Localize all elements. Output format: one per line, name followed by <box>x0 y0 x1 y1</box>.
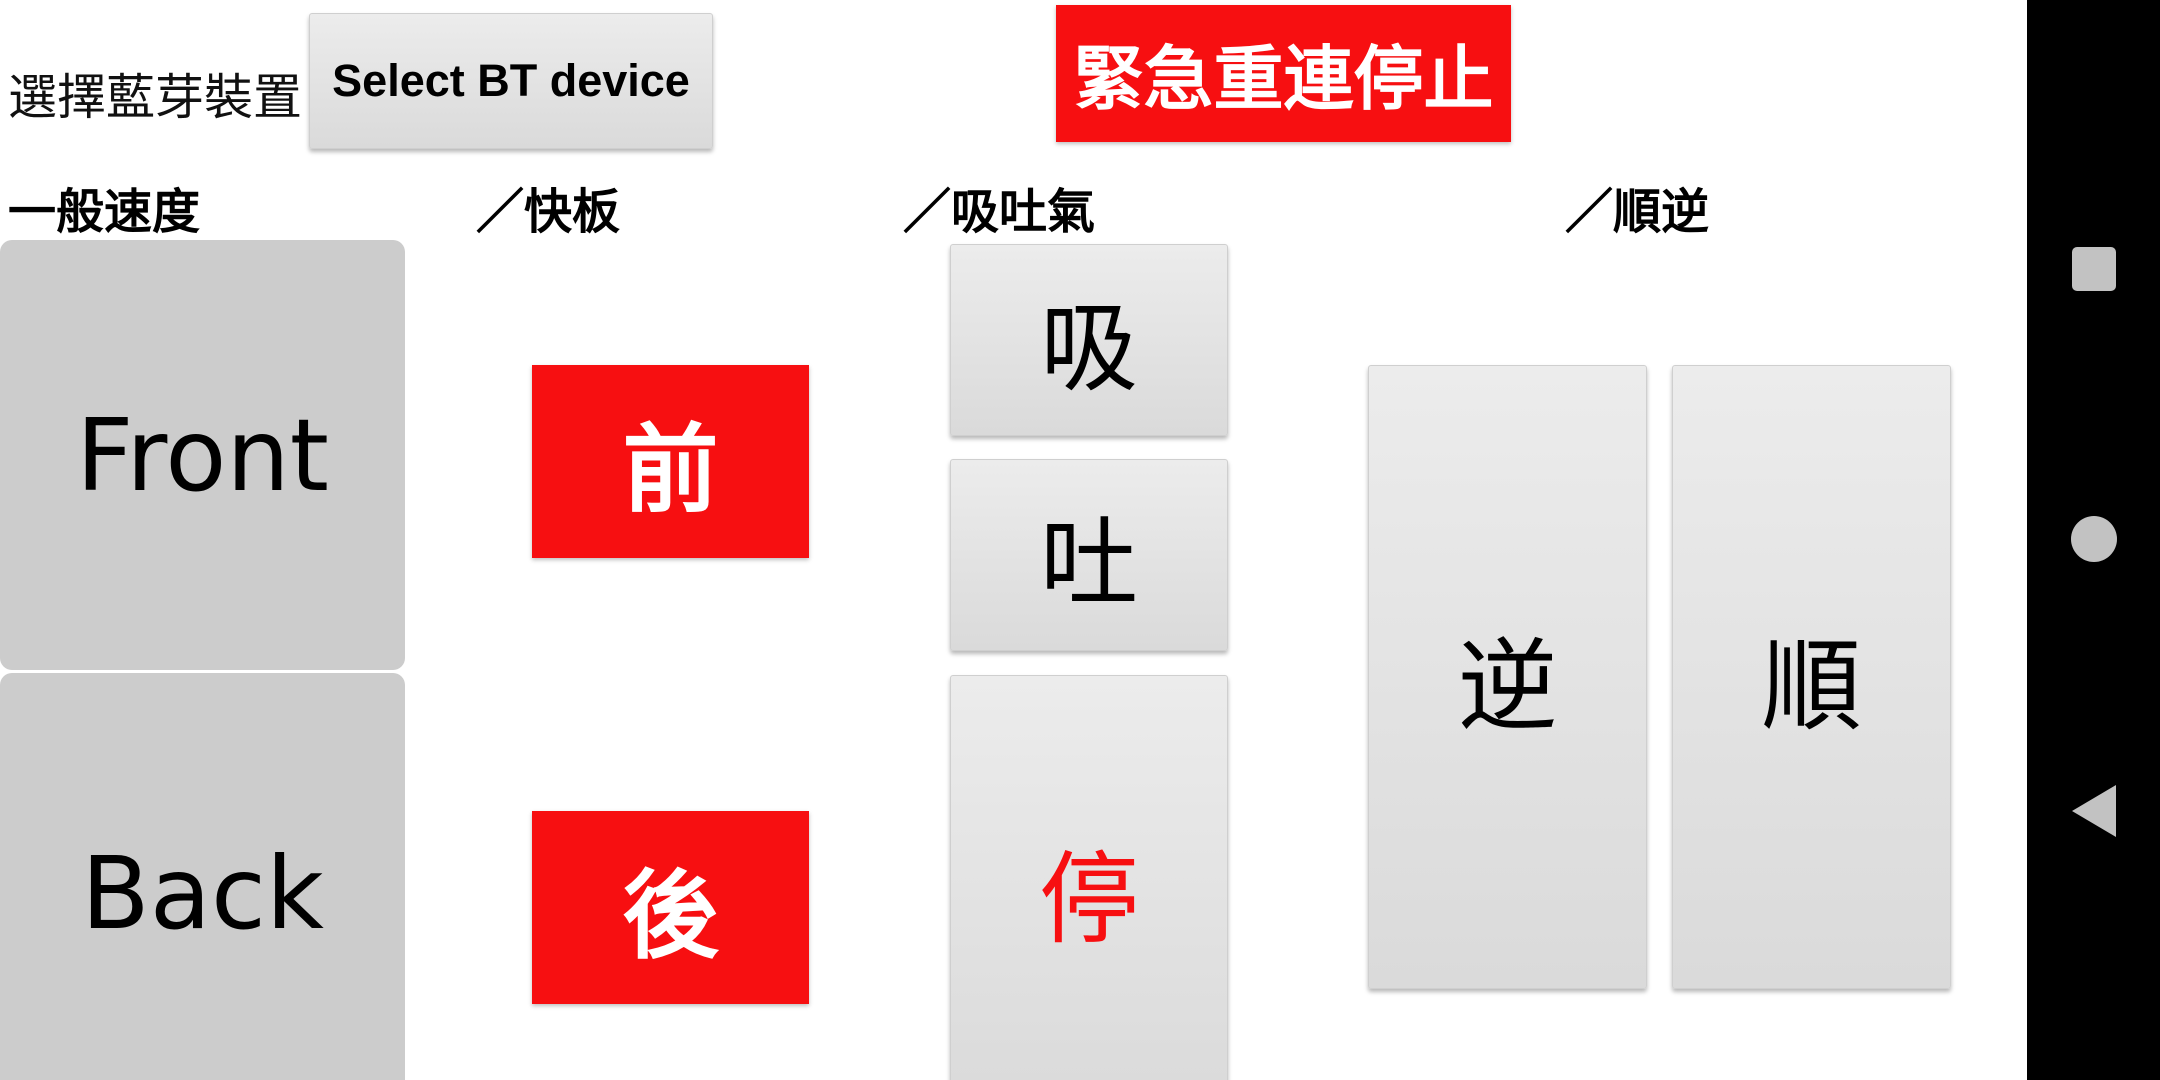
home-nav-button[interactable] <box>2027 472 2160 605</box>
app-screen: 選擇藍芽裝置 Select BT device 緊急重連停止 一般速度 ／快板 … <box>0 0 2027 1080</box>
clockwise-button[interactable]: 順 <box>1672 365 1951 989</box>
inhale-button[interactable]: 吸 <box>950 244 1228 436</box>
exhale-button[interactable]: 吐 <box>950 459 1228 651</box>
heading-breath: ／吸吐氣 <box>903 184 1096 240</box>
square-icon <box>2071 246 2116 291</box>
heading-direction: ／順逆 <box>1565 184 1710 240</box>
recents-nav-button[interactable] <box>2027 202 2160 335</box>
back-button[interactable]: Back <box>0 673 405 1080</box>
back-nav-button[interactable] <box>2027 744 2160 877</box>
heading-skateboard: ／快板 <box>476 184 621 240</box>
android-navigation-bar <box>2027 0 2160 1080</box>
emergency-reconnect-stop-button[interactable]: 緊急重連停止 <box>1056 5 1511 142</box>
bt-device-label: 選擇藍芽裝置 <box>8 69 303 126</box>
select-bt-device-button[interactable]: Select BT device <box>309 13 713 149</box>
heading-normal-speed: 一般速度 <box>8 184 201 240</box>
triangle-back-icon <box>2071 784 2116 837</box>
front-button[interactable]: Front <box>0 240 405 670</box>
reverse-button[interactable]: 後 <box>532 811 809 1004</box>
circle-icon <box>2070 515 2117 562</box>
counterclockwise-button[interactable]: 逆 <box>1368 365 1647 989</box>
forward-button[interactable]: 前 <box>532 365 809 558</box>
stop-button[interactable]: 停 <box>950 675 1228 1080</box>
